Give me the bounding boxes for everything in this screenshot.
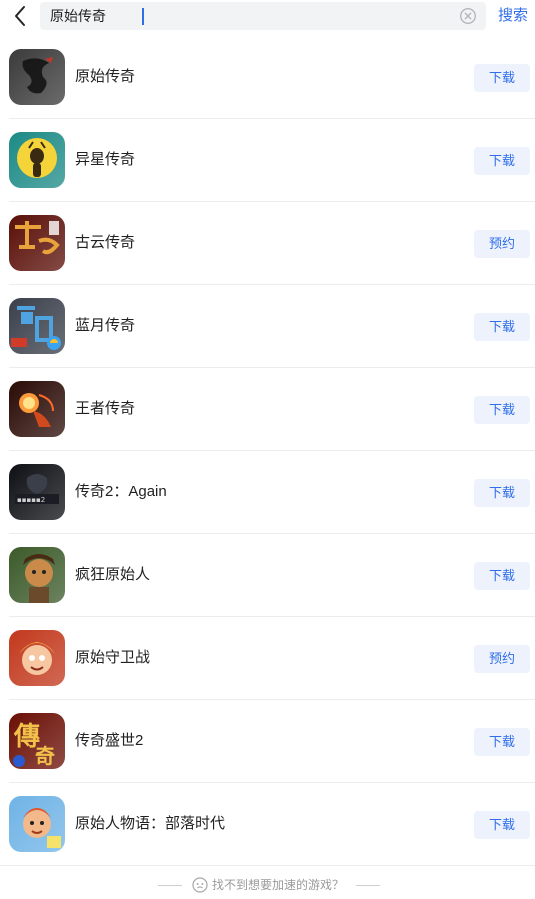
caveman-warrior-icon[interactable] xyxy=(9,630,65,686)
result-row[interactable]: 古云传奇 预约 xyxy=(0,202,535,285)
text-cursor xyxy=(142,8,144,25)
result-list: 原始传奇 下载 异星传奇 下载 古云传奇 预约 蓝月传奇 下载 王者传奇 下载 ▪▪▪▪▪… xyxy=(0,36,535,866)
footer: 找不到想要加速的游戏？ xyxy=(0,866,535,899)
face-icon xyxy=(192,877,208,893)
search-input[interactable] xyxy=(50,2,450,30)
clear-icon[interactable] xyxy=(459,7,477,25)
dragon-calligraphy-icon[interactable] xyxy=(9,49,65,105)
result-row[interactable]: 疯狂原始人 下载 xyxy=(0,534,535,617)
app-name[interactable]: 原始人物语：部落时代 xyxy=(75,814,225,834)
download-button[interactable]: 下载 xyxy=(474,313,530,341)
app-name[interactable]: 传奇盛世2 xyxy=(75,731,143,751)
download-button[interactable]: 下载 xyxy=(474,562,530,590)
download-button[interactable]: 下载 xyxy=(474,147,530,175)
result-row[interactable]: 异星传奇 下载 xyxy=(0,119,535,202)
footer-divider-right xyxy=(356,885,380,886)
caveman-boy-icon[interactable] xyxy=(9,547,65,603)
blue-moon-calligraphy-icon[interactable] xyxy=(9,298,65,354)
app-name[interactable]: 异星传奇 xyxy=(75,150,135,170)
top-bar: 搜索 xyxy=(0,0,535,34)
result-row[interactable]: 原始人物语：部落时代 下载 xyxy=(0,783,535,866)
svg-text:▪▪▪▪▪2: ▪▪▪▪▪2 xyxy=(17,496,45,504)
footer-help-link[interactable]: 找不到想要加速的游戏？ xyxy=(212,877,344,893)
app-name[interactable]: 古云传奇 xyxy=(75,233,135,253)
download-button[interactable]: 下载 xyxy=(474,479,530,507)
footer-divider-left xyxy=(158,885,182,886)
result-row[interactable]: 傳奇传奇盛世2 下载 xyxy=(0,700,535,783)
reserve-button[interactable]: 预约 xyxy=(474,645,530,673)
dark-knight-icon[interactable]: ▪▪▪▪▪2 xyxy=(9,464,65,520)
result-row[interactable]: 原始传奇 下载 xyxy=(0,36,535,119)
search-button[interactable]: 搜索 xyxy=(498,6,528,26)
ancient-cloud-calligraphy-icon[interactable] xyxy=(9,215,65,271)
app-name[interactable]: 王者传奇 xyxy=(75,399,135,419)
golden-calligraphy-icon[interactable]: 傳奇 xyxy=(9,713,65,769)
tribe-boy-icon[interactable] xyxy=(9,796,65,852)
download-button[interactable]: 下载 xyxy=(474,728,530,756)
app-name[interactable]: 疯狂原始人 xyxy=(75,565,150,585)
download-button[interactable]: 下载 xyxy=(474,811,530,839)
result-row[interactable]: 蓝月传奇 下载 xyxy=(0,285,535,368)
download-button[interactable]: 下载 xyxy=(474,396,530,424)
app-name[interactable]: 原始传奇 xyxy=(75,67,135,87)
download-button[interactable]: 下载 xyxy=(474,64,530,92)
back-arrow-icon[interactable] xyxy=(8,3,34,29)
result-row[interactable]: 原始守卫战 预约 xyxy=(0,617,535,700)
app-name[interactable]: 蓝月传奇 xyxy=(75,316,135,336)
result-row[interactable]: 王者传奇 下载 xyxy=(0,368,535,451)
app-name[interactable]: 原始守卫战 xyxy=(75,648,150,668)
app-name[interactable]: 传奇2：Again xyxy=(75,482,167,502)
result-row[interactable]: ▪▪▪▪▪2 传奇2：Again 下载 xyxy=(0,451,535,534)
svg-text:奇: 奇 xyxy=(35,744,55,768)
reserve-button[interactable]: 预约 xyxy=(474,230,530,258)
alien-character-icon[interactable] xyxy=(9,132,65,188)
search-box[interactable] xyxy=(40,2,486,30)
warrior-orb-icon[interactable] xyxy=(9,381,65,437)
